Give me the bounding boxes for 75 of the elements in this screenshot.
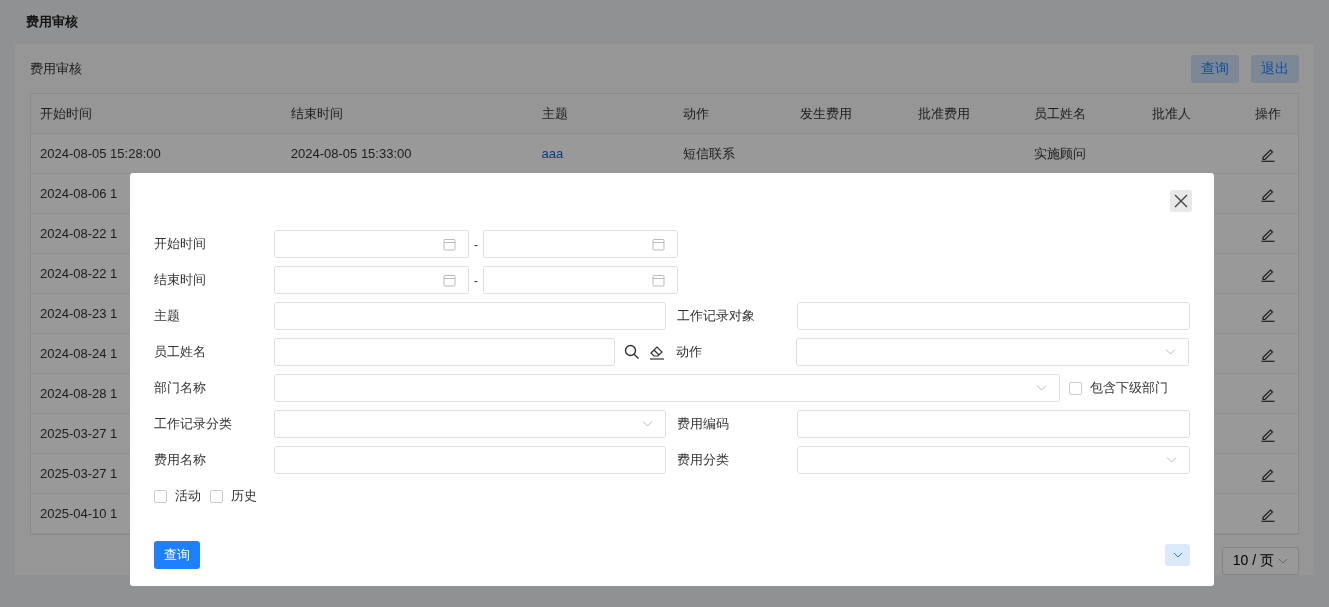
field-label: 结束时间 (154, 271, 207, 289)
checkbox[interactable] (1069, 381, 1082, 395)
table-cell: 2025-03-27 1 (40, 426, 118, 441)
select-field[interactable] (274, 410, 666, 438)
eraser-icon[interactable] (649, 344, 665, 360)
column-header: 开始时间 (39, 104, 93, 123)
date-field[interactable] (483, 230, 678, 258)
calendar-icon (652, 273, 665, 287)
table-cell: 2024-08-23 1 (40, 306, 118, 321)
search-icon[interactable] (624, 344, 640, 360)
checkbox-label: 包含下级部门 (1090, 379, 1168, 397)
column-header: 批准费用 (916, 104, 971, 123)
checkbox-label: 历史 (231, 487, 257, 505)
field-label: 费用分类 (677, 451, 730, 469)
select-field[interactable] (274, 374, 1060, 402)
field-label: 主题 (154, 307, 181, 325)
range-separator: - (472, 272, 480, 288)
select-field[interactable] (796, 338, 1189, 366)
table-cell: 2024-08-06 1 (40, 186, 118, 201)
select-field[interactable] (797, 446, 1190, 474)
range-separator: - (472, 236, 480, 252)
table-cell: 2024-08-24 1 (40, 346, 118, 361)
table-cell: 短信联系 (682, 145, 735, 161)
checkbox-label: 活动 (175, 487, 201, 505)
date-field[interactable] (274, 230, 469, 258)
chevron-down-icon (1166, 457, 1177, 463)
chevron-down-icon (642, 421, 653, 427)
chevron-down-icon (1278, 558, 1288, 564)
page-size-select[interactable]: 10 / 页 (1221, 547, 1299, 575)
field-label: 费用名称 (154, 451, 207, 469)
page-title: 费用审核 (26, 13, 78, 31)
column-header: 批准人 (1150, 104, 1192, 123)
table-cell: 2024-08-05 15:33:00 (290, 146, 412, 161)
calendar-icon (443, 273, 456, 287)
field-label: 员工姓名 (154, 343, 207, 361)
search-button[interactable]: 查询 (154, 541, 200, 569)
subject-link[interactable]: aaa (541, 146, 564, 161)
text-field[interactable] (797, 410, 1190, 438)
field-label: 开始时间 (154, 235, 207, 253)
checkbox[interactable] (210, 489, 223, 503)
column-header: 操作 (1253, 104, 1282, 123)
column-header: 主题 (540, 104, 569, 123)
chevron-down-icon (1172, 552, 1183, 558)
table-cell: 实施顾问 (1034, 145, 1087, 161)
calendar-icon (443, 237, 456, 251)
column-header: 员工姓名 (1033, 104, 1088, 123)
table-cell: 2024-08-05 15:28:00 (40, 146, 161, 161)
text-field[interactable] (797, 302, 1190, 330)
field-label: 工作记录分类 (154, 415, 233, 433)
table-cell: 2025-03-27 1 (40, 466, 118, 481)
calendar-icon (652, 237, 665, 251)
table-cell: 2025-04-10 1 (40, 506, 118, 521)
field-label: 部门名称 (154, 379, 207, 397)
column-header: 结束时间 (289, 104, 344, 123)
table-cell: 2024-08-22 1 (40, 226, 118, 241)
toolbar-button[interactable]: 查询 (1191, 54, 1239, 83)
text-field[interactable] (274, 302, 666, 330)
text-field[interactable] (274, 338, 615, 366)
field-label: 费用编码 (677, 415, 730, 433)
date-field[interactable] (274, 266, 469, 294)
column-header: 动作 (681, 104, 710, 123)
field-label: 工作记录对象 (677, 307, 756, 325)
expand-button[interactable] (1165, 544, 1190, 566)
field-label: 动作 (676, 343, 703, 361)
column-header: 发生费用 (799, 104, 854, 123)
checkbox[interactable] (154, 489, 167, 503)
text-field[interactable] (274, 446, 666, 474)
date-field[interactable] (483, 266, 678, 294)
table-cell: 2024-08-28 1 (40, 386, 118, 401)
table-cell: 2024-08-22 1 (40, 266, 118, 281)
chevron-down-icon (1165, 349, 1176, 355)
close-button[interactable] (1170, 190, 1192, 212)
chevron-down-icon (1036, 385, 1047, 391)
panel-title: 费用审核 (30, 59, 82, 78)
toolbar-button[interactable]: 退出 (1251, 54, 1299, 83)
